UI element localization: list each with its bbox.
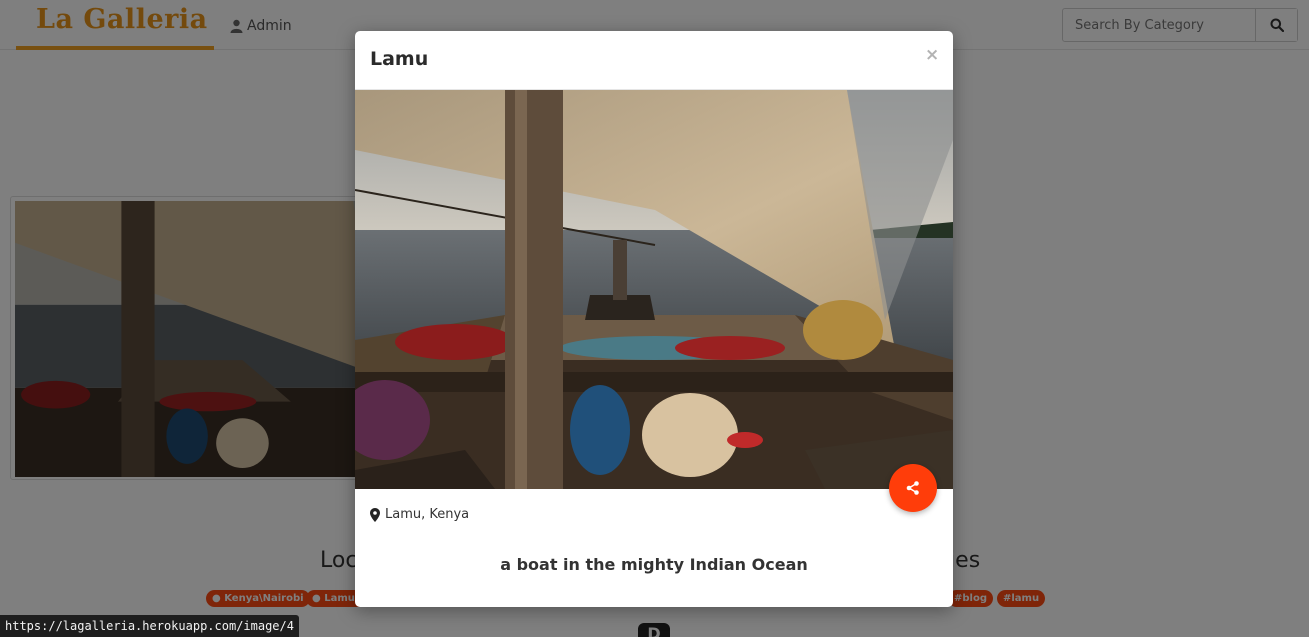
modal-header: Lamu ×	[355, 31, 953, 90]
share-button[interactable]	[889, 464, 937, 512]
image-caption: a boat in the mighty Indian Ocean	[500, 555, 808, 574]
modal-image	[355, 90, 953, 489]
map-marker-icon	[370, 507, 380, 522]
modal-title: Lamu	[370, 48, 429, 70]
location-text: Lamu, Kenya	[385, 507, 470, 522]
image-modal: Lamu × Lamu, Kenya a boat in the mighty …	[355, 31, 953, 607]
status-bar-url: https://lagalleria.herokuapp.com/image/4	[0, 615, 299, 637]
close-button[interactable]: ×	[925, 45, 939, 65]
image-location: Lamu, Kenya	[370, 507, 469, 522]
share-icon	[906, 481, 919, 495]
